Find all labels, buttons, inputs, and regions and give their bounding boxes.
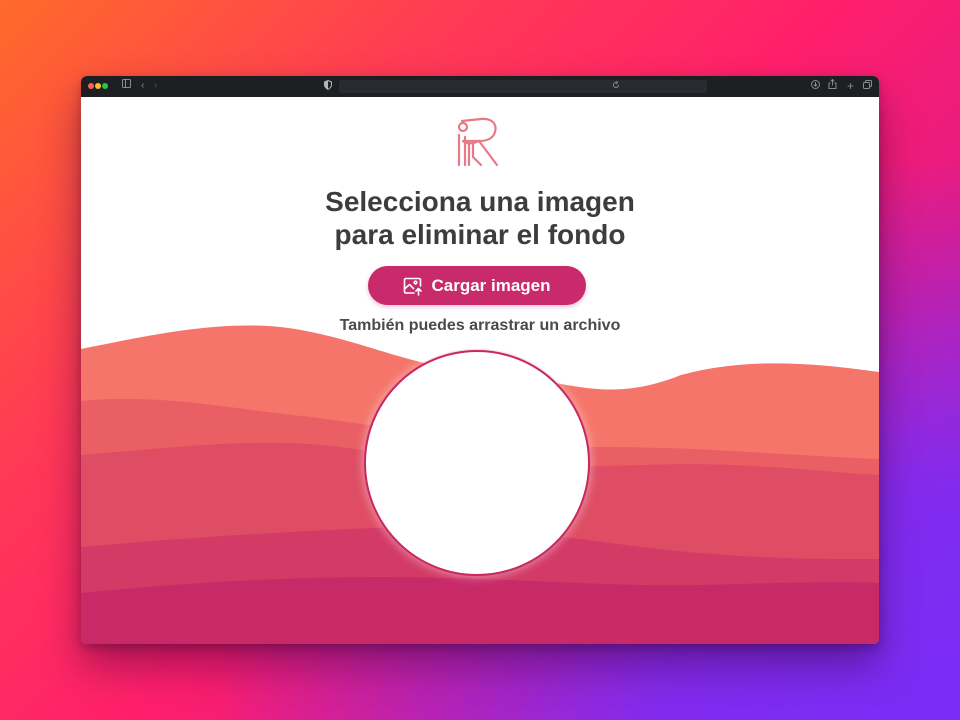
upload-image-button[interactable]: Cargar imagen	[368, 266, 586, 305]
page-title: Selecciona una imagen para eliminar el f…	[325, 186, 635, 250]
share-icon[interactable]	[828, 78, 837, 94]
upload-button-label: Cargar imagen	[431, 275, 551, 295]
wave-layer-5	[81, 577, 879, 644]
image-upload-icon	[403, 276, 423, 296]
sidebar-icon[interactable]	[122, 79, 131, 93]
new-tab-icon[interactable]: +	[847, 79, 854, 93]
r-figure-logo	[453, 113, 503, 176]
minimize-window-button[interactable]	[95, 83, 101, 89]
download-icon[interactable]	[811, 80, 820, 94]
shield-icon	[324, 79, 332, 95]
drag-drop-hint: También puedes arrastrar un archivo	[339, 317, 621, 334]
back-icon[interactable]: ‹	[141, 79, 144, 93]
browser-toolbar: ‹ › +	[81, 76, 879, 97]
maximize-window-button[interactable]	[102, 83, 108, 89]
address-bar[interactable]	[339, 80, 707, 93]
image-dropzone[interactable]	[364, 350, 590, 576]
browser-window: ‹ › + Selecciona una imagen para elimina…	[81, 76, 879, 644]
reload-icon[interactable]	[612, 80, 620, 94]
close-window-button[interactable]	[88, 83, 94, 89]
forward-icon[interactable]: ›	[154, 79, 157, 93]
tabs-overview-icon[interactable]	[863, 80, 872, 94]
page-content: Selecciona una imagen para eliminar el f…	[81, 97, 879, 644]
